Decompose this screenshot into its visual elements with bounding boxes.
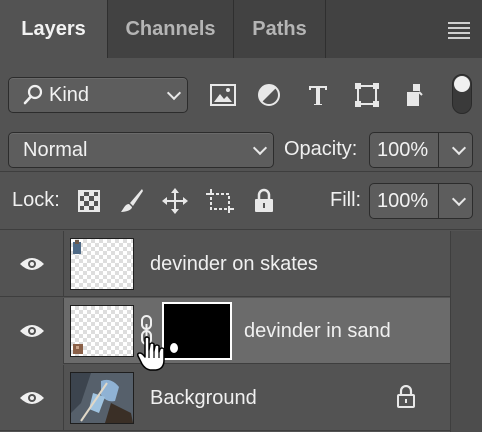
type-filter-icon[interactable]: [303, 80, 333, 110]
layer-row-background[interactable]: Background: [0, 365, 450, 431]
fill-input[interactable]: 100%: [369, 183, 439, 219]
filter-kind-select[interactable]: Kind: [8, 77, 188, 113]
lock-image-pixels-icon[interactable]: [118, 187, 146, 215]
filter-kind-label: Kind: [49, 83, 90, 106]
opacity-dropdown-button[interactable]: [439, 132, 473, 168]
search-icon: [23, 83, 43, 107]
chevron-down-icon: [252, 140, 268, 156]
layer-thumbnail: [70, 238, 134, 290]
layer-row-devinder-on-skates[interactable]: devinder on skates: [0, 231, 450, 297]
blend-row: Normal Opacity: 100%: [0, 128, 482, 172]
filter-toggle-switch[interactable]: [452, 74, 472, 114]
layer-lock-icon[interactable]: [396, 384, 416, 409]
lock-artboard-icon[interactable]: [206, 187, 234, 215]
chevron-down-icon: [451, 140, 467, 156]
visibility-toggle[interactable]: [0, 298, 64, 364]
panel-tab-bar: Layers Channels Paths: [0, 0, 482, 58]
layer-row-devinder-in-sand[interactable]: devinder in sand: [0, 298, 450, 371]
blend-mode-value: Normal: [23, 138, 88, 161]
opacity-input[interactable]: 100%: [369, 132, 439, 168]
layer-thumbnail: [70, 305, 134, 357]
lock-label: Lock:: [12, 189, 60, 211]
layer-name: devinder on skates: [150, 253, 318, 275]
layer-mask-thumbnail[interactable]: [162, 302, 232, 360]
layers-scrollbar[interactable]: [450, 231, 482, 432]
filter-row: Kind: [0, 58, 482, 128]
panel-menu-icon[interactable]: [448, 22, 470, 39]
eye-icon: [19, 325, 44, 337]
lock-row: Lock: Fill: 100%: [0, 173, 482, 230]
chevron-down-icon: [166, 85, 182, 101]
layers-list: devinder on skates devinder in sand Back…: [0, 231, 482, 432]
eye-icon: [19, 392, 44, 404]
smart-object-filter-icon[interactable]: [401, 80, 431, 110]
fill-value: 100%: [377, 189, 429, 212]
tab-paths[interactable]: Paths: [234, 0, 326, 58]
lock-all-icon[interactable]: [250, 187, 278, 215]
layer-thumbnail: [70, 372, 134, 424]
layer-name: devinder in sand: [244, 320, 391, 342]
tab-channels[interactable]: Channels: [108, 0, 234, 58]
visibility-toggle[interactable]: [0, 365, 64, 431]
tab-layers[interactable]: Layers: [0, 0, 108, 58]
visibility-toggle[interactable]: [0, 231, 64, 297]
chevron-down-icon: [451, 191, 467, 207]
opacity-label: Opacity:: [284, 138, 358, 160]
opacity-value: 100%: [377, 138, 429, 161]
eye-icon: [19, 258, 44, 270]
shape-filter-icon[interactable]: [352, 80, 382, 110]
image-filter-icon[interactable]: [208, 80, 238, 110]
lock-position-icon[interactable]: [161, 187, 189, 215]
toggle-knob: [454, 76, 470, 92]
fill-dropdown-button[interactable]: [439, 183, 473, 219]
fill-label: Fill:: [330, 189, 362, 211]
layer-name: Background: [150, 387, 257, 409]
adjustment-filter-icon[interactable]: [254, 80, 284, 110]
blend-mode-select[interactable]: Normal: [8, 132, 274, 168]
lock-transparent-pixels-icon[interactable]: [75, 187, 103, 215]
